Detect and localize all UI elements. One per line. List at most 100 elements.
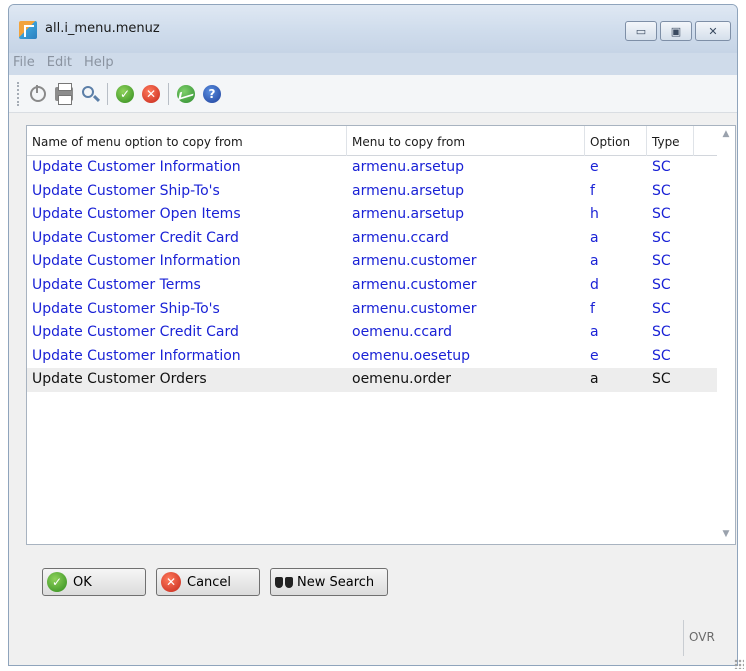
cell-option: e (590, 159, 599, 175)
cell-option: a (590, 324, 599, 341)
cell-type: SC (652, 347, 671, 364)
scroll-up-icon[interactable]: ▲ (717, 126, 735, 142)
print-button[interactable] (53, 82, 75, 105)
cancel-tool-button[interactable]: ✕ (140, 83, 162, 105)
cell-type: SC (652, 206, 671, 223)
menu-file[interactable]: File (11, 53, 45, 75)
toolbar-separator (168, 82, 169, 105)
grid-body: Name of menu option to copy from Menu to… (27, 126, 717, 544)
cell-type: SC (652, 182, 671, 199)
cell-menu: armenu.arsetup (352, 159, 465, 175)
menu-help[interactable]: Help (82, 53, 124, 75)
cell-menu: armenu.ccard (352, 229, 449, 246)
grid-rows: Update Customer Information armenu.arsetu… (27, 156, 717, 392)
cell-name: Update Customer Credit Card (32, 324, 239, 341)
cell-option: a (590, 229, 599, 246)
table-row[interactable]: Update Customer Open Items armenu.arsetup… (27, 203, 717, 227)
cell-name: Update Customer Terms (32, 276, 201, 293)
window-title: all.i_menu.menuz (45, 21, 160, 36)
cell-name: Update Customer Credit Card (32, 229, 239, 246)
print-icon (55, 82, 73, 105)
column-header-name[interactable]: Name of menu option to copy from (27, 126, 347, 156)
power-button[interactable] (27, 83, 49, 105)
menu-edit[interactable]: Edit (45, 53, 82, 75)
table-row[interactable]: Update Customer Information armenu.arsetu… (27, 156, 717, 180)
zoom-icon (82, 85, 94, 98)
toolbar-separator (107, 82, 108, 105)
accept-button[interactable]: ✓ (114, 83, 136, 105)
ok-label: OK (73, 574, 92, 590)
resize-grip-icon[interactable] (734, 659, 744, 669)
cell-name: Update Customer Orders (32, 371, 207, 388)
cell-option: d (590, 276, 599, 293)
cancel-icon: ✕ (142, 84, 160, 103)
grid-header: Name of menu option to copy from Menu to… (27, 126, 717, 156)
cell-option: f (590, 182, 595, 199)
column-header-type[interactable]: Type (647, 126, 694, 156)
menu-bar: File Edit Help (9, 53, 737, 75)
ok-button[interactable]: ✓ OK (42, 568, 146, 596)
overwrite-mode-indicator: OVR (683, 620, 723, 656)
cell-menu: armenu.customer (352, 276, 477, 293)
cell-type: SC (652, 253, 671, 270)
help-button[interactable]: ? (201, 83, 223, 105)
title-bar[interactable]: all.i_menu.menuz ▭ ▣ ✕ (9, 5, 737, 53)
cell-menu: oemenu.order (352, 371, 451, 388)
cell-type: SC (652, 229, 671, 246)
cell-name: Update Customer Information (32, 159, 241, 175)
power-icon (30, 84, 46, 102)
cell-type: SC (652, 324, 671, 341)
cell-option: h (590, 206, 599, 223)
cell-name: Update Customer Information (32, 347, 241, 364)
cell-menu: armenu.arsetup (352, 206, 465, 223)
table-row[interactable]: Update Customer Credit Card armenu.ccard a… (27, 227, 717, 251)
cell-type: SC (652, 159, 671, 175)
table-row[interactable]: Update Customer Information armenu.custom… (27, 250, 717, 274)
cell-menu: armenu.arsetup (352, 182, 465, 199)
help-icon: ? (203, 84, 221, 103)
cell-type: SC (652, 371, 671, 388)
table-row[interactable]: Update Customer Terms armenu.customer d SC (27, 274, 717, 298)
table-row[interactable]: Update Customer Ship-To's armenu.customer… (27, 298, 717, 322)
binoculars-icon (275, 575, 293, 589)
cell-menu: armenu.customer (352, 300, 477, 317)
scroll-down-icon[interactable]: ▼ (717, 526, 735, 542)
cancel-button[interactable]: ✕ Cancel (156, 568, 260, 596)
check-icon: ✓ (47, 572, 67, 592)
cell-menu: oemenu.oesetup (352, 347, 470, 364)
cell-type: SC (652, 300, 671, 317)
cancel-label: Cancel (187, 574, 232, 590)
cell-name: Update Customer Ship-To's (32, 300, 220, 317)
check-icon: ✓ (116, 84, 134, 103)
table-row[interactable]: Update Customer Orders oemenu.order a SC (27, 368, 717, 392)
zoom-button[interactable] (79, 83, 101, 105)
cell-name: Update Customer Open Items (32, 206, 241, 223)
chart-button[interactable] (175, 83, 197, 105)
minimize-button[interactable]: ▭ (625, 21, 657, 41)
cancel-icon: ✕ (161, 572, 181, 592)
menu-options-grid: Name of menu option to copy from Menu to… (26, 125, 736, 545)
new-search-label: New Search (297, 574, 375, 590)
cell-option: a (590, 371, 599, 388)
cell-option: e (590, 347, 599, 364)
new-search-button[interactable]: New Search (270, 568, 388, 596)
vertical-scrollbar[interactable]: ▲ ▼ (717, 126, 735, 544)
cell-menu: oemenu.ccard (352, 324, 452, 341)
table-row[interactable]: Update Customer Credit Card oemenu.ccard a… (27, 321, 717, 345)
toolbar-grip[interactable] (17, 81, 21, 106)
column-header-menu[interactable]: Menu to copy from (347, 126, 585, 156)
close-button[interactable]: ✕ (695, 21, 731, 41)
cell-type: SC (652, 276, 671, 293)
app-logo-icon (19, 21, 37, 39)
cell-menu: armenu.customer (352, 253, 477, 270)
maximize-button[interactable]: ▣ (660, 21, 692, 41)
cell-name: Update Customer Ship-To's (32, 182, 220, 199)
table-row[interactable]: Update Customer Ship-To's armenu.arsetup f… (27, 180, 717, 204)
toolbar: ✓ ✕ ? (9, 75, 737, 113)
window-controls: ▭ ▣ ✕ (625, 21, 731, 41)
cell-name: Update Customer Information (32, 253, 241, 270)
column-header-option[interactable]: Option (585, 126, 647, 156)
cell-option: f (590, 300, 595, 317)
cell-option: a (590, 253, 599, 270)
table-row[interactable]: Update Customer Information oemenu.oesetu… (27, 345, 717, 369)
